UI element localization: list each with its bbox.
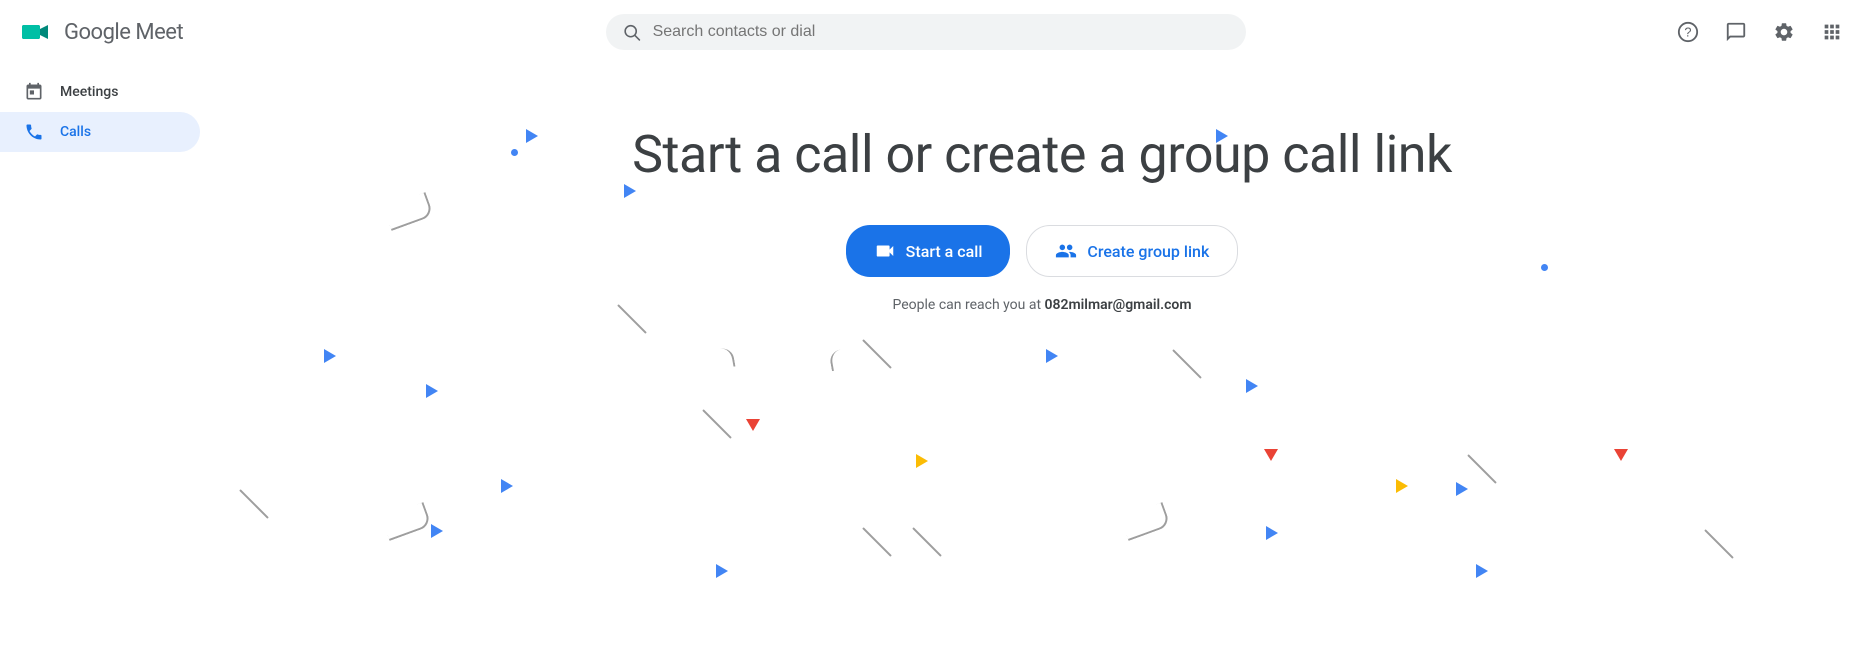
feedback-button[interactable] [1716, 12, 1756, 52]
apps-button[interactable] [1812, 12, 1852, 52]
help-button[interactable]: ? [1668, 12, 1708, 52]
help-icon: ? [1677, 21, 1699, 43]
reach-email: 082milmar@gmail.com [1045, 297, 1192, 313]
reach-info: People can reach you at 082milmar@gmail.… [893, 297, 1192, 313]
search-icon [622, 22, 641, 42]
settings-icon [1773, 21, 1795, 43]
app-name: Google Meet [64, 20, 183, 45]
header-right: ? [1668, 12, 1852, 52]
reach-prefix: People can reach you at [893, 297, 1042, 313]
settings-button[interactable] [1764, 12, 1804, 52]
video-icon [874, 240, 896, 262]
sidebar-item-calls[interactable]: Calls [0, 112, 200, 152]
header: Google Meet ? [0, 0, 1868, 64]
calendar-icon [24, 82, 44, 102]
sidebar-calls-label: Calls [60, 124, 91, 140]
start-call-label: Start a call [906, 242, 983, 261]
sidebar: Meetings Calls [0, 64, 216, 652]
sidebar-item-meetings[interactable]: Meetings [0, 72, 200, 112]
feedback-icon [1725, 21, 1747, 43]
start-call-button[interactable]: Start a call [846, 225, 1011, 277]
google-meet-logo-icon [16, 12, 56, 52]
action-buttons: Start a call Create group link [846, 225, 1239, 277]
svg-text:?: ? [1684, 25, 1691, 40]
layout: Meetings Calls [0, 64, 1868, 652]
header-left: Google Meet [16, 12, 183, 52]
main-content: Start a call or create a group call link… [216, 64, 1868, 652]
apps-icon [1821, 21, 1843, 43]
sidebar-meetings-label: Meetings [60, 84, 118, 100]
group-icon [1055, 240, 1077, 262]
search-input[interactable] [653, 23, 1230, 41]
page-title: Start a call or create a group call link [632, 124, 1452, 185]
phone-icon [24, 122, 44, 142]
search-bar[interactable] [606, 14, 1246, 50]
create-group-link-button[interactable]: Create group link [1026, 225, 1238, 277]
create-group-link-label: Create group link [1087, 242, 1209, 261]
